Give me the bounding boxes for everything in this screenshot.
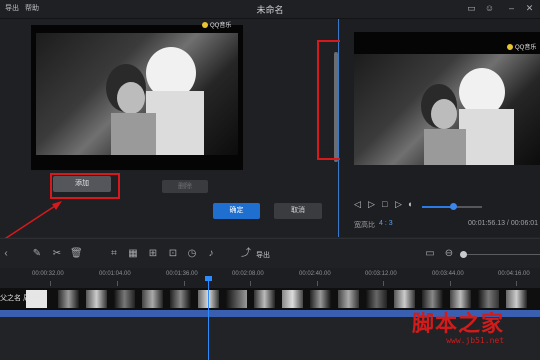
record-icon[interactable]: ⊡ [167,248,179,260]
clip-thumbnail [310,290,331,308]
ruler-tick: 00:02:40.00 [299,271,331,277]
preview-figures [421,68,514,165]
ruler-tick: 00:01:36.00 [166,271,198,277]
scissors-icon[interactable]: ✂ [51,248,63,260]
ruler-tick: 00:02:08.00 [232,271,264,277]
trash-icon[interactable]: 🗑 [70,248,83,260]
ruler-mark [516,281,517,286]
crop-icon[interactable]: ⌗ [108,248,120,260]
preview-qq-badge: QQ音乐 [507,42,536,51]
zoom-track[interactable] [460,254,540,255]
time-readout: 00:01:56.13 / 00:06:01 [468,220,539,227]
pen-icon[interactable]: ✎ [31,248,43,260]
preview-qq-caption: QQ音乐 [515,45,537,51]
clip-thumbnail [58,290,79,308]
next-frame-icon[interactable]: ▷ [395,199,402,209]
preview-qq-icon [507,44,513,50]
fit-icon[interactable]: ▭ [424,248,436,260]
watermark-text: 脚本之家 [412,311,505,337]
clip-thumbnail [86,290,107,308]
ruler-mark [184,281,185,286]
clip-thumbnail [282,290,303,308]
video-still [36,33,238,155]
ruler-tick: 00:04:16.00 [498,271,530,277]
delete-button[interactable]: 删除 [162,180,208,193]
preview-video-frame: QQ音乐 [354,32,540,165]
qq-music-icon [202,22,208,28]
ruler-mark [117,281,118,286]
clip-thumbnail [366,290,387,308]
clip-thumbnail [338,290,359,308]
ruler-mark [50,281,51,286]
zoom-handle[interactable] [460,251,467,258]
ruler-tick: 00:00:32.00 [32,271,64,277]
export-icon[interactable]: ⤴ [240,248,252,260]
export-label[interactable]: 导出 [256,250,270,260]
clip-thumbnail [142,290,163,308]
ok-button[interactable]: 确定 [213,203,260,219]
ruler-tick: 00:01:04.00 [99,271,131,277]
chat-icon[interactable]: ▭ [466,3,477,14]
ruler-tick: 00:03:12.00 [365,271,397,277]
user-icon[interactable]: ☺ [484,3,495,14]
qq-caption: QQ音乐 [210,23,232,29]
photo-figures [106,47,204,155]
ruler-tick: 00:03:44.00 [432,271,464,277]
prev-frame-icon[interactable]: ◁ [354,199,361,209]
aspect-value[interactable]: 4 : 3 [379,220,393,227]
title-bar: 导出 帮助 未命名 ▭ ☺ – ✕ [0,0,540,19]
watermark: 脚本之家 www.jb51.net [412,306,504,345]
clip-thumbnail [254,290,275,308]
undo-icon[interactable]: ‹ [2,248,10,260]
minimize-icon[interactable]: – [506,3,517,14]
stop-icon[interactable]: □ [382,199,387,209]
zoom-out-icon[interactable]: ⊖ [443,248,455,260]
ruler-mark [383,281,384,286]
ruler-mark [250,281,251,286]
aspect-label: 宽高比 [354,222,375,229]
progress-fill [422,206,454,208]
ruler-mark [450,281,451,286]
close-icon[interactable]: ✕ [524,3,535,14]
clip-thumbnail [114,290,135,308]
cancel-button[interactable]: 取消 [274,203,322,219]
resize-icon[interactable]: ⊞ [147,248,159,260]
preview-still [354,54,540,165]
clip-thumbnail [226,290,247,308]
edit-video-frame: QQ音乐 [31,22,243,170]
play-icon[interactable]: ▷ [368,199,375,209]
track-title: 父之名 周杰伦 [0,295,44,302]
playhead[interactable] [208,278,209,360]
timer-icon[interactable]: ◷ [186,248,198,260]
mosaic-icon[interactable]: ▦ [127,248,139,260]
volume-icon[interactable]: ◖ [407,199,412,209]
clip-thumbnail [170,290,191,308]
mic-icon[interactable]: ♪ [205,248,217,260]
ruler-mark [317,281,318,286]
qq-music-badge: QQ音乐 [202,20,231,29]
clip-thumbnail [506,290,527,308]
window-title: 未命名 [256,5,284,15]
